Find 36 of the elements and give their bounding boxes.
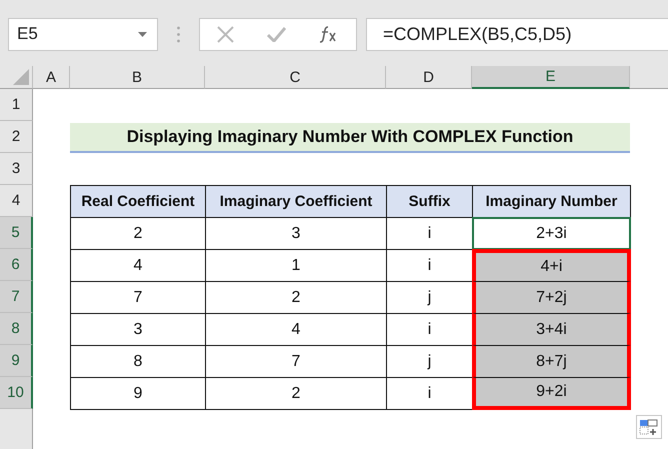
name-box[interactable]: E5: [8, 18, 158, 50]
row-header[interactable]: 8: [0, 313, 33, 345]
column-header[interactable]: A: [33, 66, 70, 89]
table-cell: 8+7j: [472, 345, 631, 378]
table-cell: 4+i: [472, 249, 631, 282]
table-cell: 9+2i: [472, 377, 631, 410]
column-header[interactable]: C: [205, 66, 386, 89]
sheet-title: Displaying Imaginary Number With COMPLEX Function: [70, 123, 630, 153]
formula-field[interactable]: =COMPLEX(B5,C5,D5): [366, 18, 668, 50]
row-header[interactable]: 6: [0, 249, 33, 281]
column-header[interactable]: D: [386, 66, 472, 89]
table-cell: 3+4i: [472, 313, 631, 346]
row-header[interactable]: 2: [0, 121, 33, 153]
row-header[interactable]: 7: [0, 281, 33, 313]
row-header[interactable]: 1: [0, 89, 33, 121]
row-header[interactable]: 9: [0, 345, 33, 377]
table-header: Real Coefficient: [70, 185, 206, 218]
row-header[interactable]: 4: [0, 185, 33, 217]
grip-icon: [177, 26, 180, 42]
cancel-icon[interactable]: [216, 26, 234, 42]
table-header: Suffix: [386, 185, 473, 218]
cell-reference: E5: [17, 24, 38, 44]
column-header[interactable]: E: [472, 66, 630, 89]
table-cell: 2+3i: [472, 217, 631, 250]
row-header[interactable]: 5: [0, 217, 33, 249]
table-header: Imaginary Number: [472, 185, 631, 218]
caret-icon: [138, 32, 147, 36]
row-header[interactable]: 3: [0, 153, 33, 185]
paste-options-button[interactable]: [636, 415, 662, 439]
table-header: Imaginary Coefficient: [205, 185, 387, 218]
table-cell: 9: [70, 377, 206, 410]
row-header[interactable]: 10: [0, 377, 33, 409]
table-cell: 7+2j: [472, 281, 631, 314]
select-all-icon[interactable]: [13, 69, 29, 85]
check-icon[interactable]: [266, 26, 286, 42]
column-header[interactable]: B: [70, 66, 205, 89]
